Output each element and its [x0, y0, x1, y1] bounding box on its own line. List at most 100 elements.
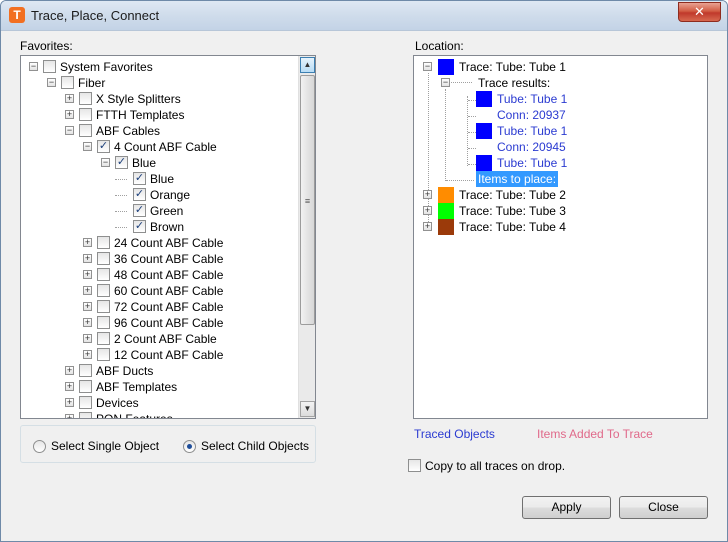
node-checkbox[interactable] — [97, 348, 110, 361]
node-checkbox[interactable]: ✓ — [133, 220, 146, 233]
expand-expander-icon[interactable]: + — [83, 302, 92, 311]
node-label: Devices — [96, 396, 139, 410]
expand-expander-icon[interactable]: + — [83, 350, 92, 359]
favorites-tree-node[interactable]: ✓ Blue — [21, 171, 299, 187]
favorites-tree-node[interactable]: + X Style Splitters — [21, 91, 299, 107]
favorites-tree-node[interactable]: +24 Count ABF Cable — [21, 235, 299, 251]
node-checkbox[interactable] — [79, 92, 92, 105]
trace-results-node[interactable]: − Trace results: — [414, 75, 704, 91]
node-checkbox[interactable]: ✓ — [115, 156, 128, 169]
trace-place-connect-dialog: T Trace, Place, Connect ✕ Favorites: − Sy… — [0, 0, 728, 542]
expand-expander-icon[interactable]: + — [65, 366, 74, 375]
trace-result-conn[interactable]: Conn: 20937 — [414, 107, 704, 123]
favorites-tree-node[interactable]: +48 Count ABF Cable — [21, 267, 299, 283]
trace-node-2[interactable]: + Trace: Tube: Tube 2 — [414, 187, 704, 203]
node-checkbox[interactable] — [79, 412, 92, 418]
scroll-up-button[interactable]: ▲ — [300, 57, 315, 73]
window-close-button[interactable]: ✕ — [678, 2, 721, 22]
favorites-tree-node[interactable]: +60 Count ABF Cable — [21, 283, 299, 299]
expand-expander-icon[interactable]: + — [423, 222, 432, 231]
expand-expander-icon[interactable]: + — [423, 190, 432, 199]
node-checkbox[interactable]: ✓ — [133, 172, 146, 185]
favorites-tree[interactable]: − System Favorites − Fiber + X Style Splitter… — [20, 55, 316, 419]
trace-label: Trace: Tube: Tube 4 — [459, 220, 566, 234]
expand-expander-icon[interactable]: + — [65, 110, 74, 119]
node-checkbox[interactable] — [97, 268, 110, 281]
trace-node-3[interactable]: + Trace: Tube: Tube 3 — [414, 203, 704, 219]
trace-node-1[interactable]: − Trace: Tube: Tube 1 — [414, 59, 704, 75]
expand-expander-icon[interactable]: + — [65, 414, 74, 418]
apply-button[interactable]: Apply — [522, 496, 611, 519]
favorites-tree-node[interactable]: ✓ Brown — [21, 219, 299, 235]
node-checkbox[interactable] — [79, 364, 92, 377]
favorites-scrollbar[interactable]: ▲ ≡ ▼ — [298, 56, 315, 418]
favorites-tree-node[interactable]: + ABF Templates — [21, 379, 299, 395]
node-checkbox[interactable]: ✓ — [133, 188, 146, 201]
node-checkbox[interactable] — [97, 300, 110, 313]
favorites-tree-node[interactable]: − ✓ 4 Count ABF Cable — [21, 139, 299, 155]
favorites-tree-node[interactable]: + FTTH Templates — [21, 107, 299, 123]
expand-expander-icon[interactable]: + — [83, 238, 92, 247]
trace-label: Trace: Tube: Tube 3 — [459, 204, 566, 218]
collapse-expander-icon[interactable]: − — [441, 78, 450, 87]
copy-to-all-checkbox[interactable] — [408, 459, 421, 472]
collapse-expander-icon[interactable]: − — [47, 78, 56, 87]
scroll-down-button[interactable]: ▼ — [300, 401, 315, 417]
select-single-radio[interactable] — [33, 440, 46, 453]
expand-expander-icon[interactable]: + — [83, 286, 92, 295]
trace-node-4[interactable]: + Trace: Tube: Tube 4 — [414, 219, 704, 235]
node-checkbox[interactable]: ✓ — [97, 140, 110, 153]
node-checkbox[interactable] — [97, 284, 110, 297]
favorites-tree-node[interactable]: +2 Count ABF Cable — [21, 331, 299, 347]
favorites-tree-node[interactable]: +36 Count ABF Cable — [21, 251, 299, 267]
copy-to-all-label: Copy to all traces on drop. — [425, 459, 566, 473]
favorites-tree-node[interactable]: − System Favorites — [21, 59, 299, 75]
trace-result-tube[interactable]: Tube: Tube 1 — [414, 155, 704, 171]
node-checkbox[interactable] — [79, 380, 92, 393]
favorites-tree-node[interactable]: − ✓ Blue — [21, 155, 299, 171]
node-checkbox[interactable]: ✓ — [133, 204, 146, 217]
favorites-tree-node[interactable]: + ABF Ducts — [21, 363, 299, 379]
expand-expander-icon[interactable]: + — [423, 206, 432, 215]
expand-expander-icon[interactable]: + — [83, 318, 92, 327]
select-child-label: Select Child Objects — [201, 439, 310, 453]
node-checkbox[interactable] — [97, 252, 110, 265]
expand-expander-icon[interactable]: + — [83, 334, 92, 343]
node-checkbox[interactable] — [97, 236, 110, 249]
favorites-tree-node[interactable]: − Fiber — [21, 75, 299, 91]
expand-expander-icon[interactable]: + — [65, 382, 74, 391]
expand-expander-icon[interactable]: + — [83, 254, 92, 263]
trace-result-tube[interactable]: Tube: Tube 1 — [414, 123, 704, 139]
trace-result-conn[interactable]: Conn: 20945 — [414, 139, 704, 155]
node-checkbox[interactable] — [79, 124, 92, 137]
favorites-tree-node[interactable]: ✓ Orange — [21, 187, 299, 203]
node-checkbox[interactable] — [79, 108, 92, 121]
favorites-tree-node[interactable]: +96 Count ABF Cable — [21, 315, 299, 331]
collapse-expander-icon[interactable]: − — [29, 62, 38, 71]
scroll-thumb[interactable]: ≡ — [300, 75, 315, 325]
node-checkbox[interactable] — [61, 76, 74, 89]
favorites-tree-node[interactable]: ✓ Green — [21, 203, 299, 219]
favorites-tree-node[interactable]: +12 Count ABF Cable — [21, 347, 299, 363]
location-tree[interactable]: − Trace: Tube: Tube 1 − Trace results: T… — [413, 55, 708, 419]
favorites-tree-node[interactable]: − ABF Cables — [21, 123, 299, 139]
favorites-tree-node[interactable]: + PON Features — [21, 411, 299, 418]
node-checkbox[interactable] — [79, 396, 92, 409]
close-button[interactable]: Close — [619, 496, 708, 519]
node-checkbox[interactable] — [97, 316, 110, 329]
expand-expander-icon[interactable]: + — [65, 94, 74, 103]
favorites-tree-node[interactable]: + Devices — [21, 395, 299, 411]
location-label: Location: — [415, 39, 464, 53]
expand-expander-icon[interactable]: + — [65, 398, 74, 407]
collapse-expander-icon[interactable]: − — [65, 126, 74, 135]
expand-expander-icon[interactable]: + — [83, 270, 92, 279]
node-checkbox[interactable] — [97, 332, 110, 345]
node-label: 12 Count ABF Cable — [114, 348, 224, 362]
favorites-tree-node[interactable]: +72 Count ABF Cable — [21, 299, 299, 315]
select-child-radio[interactable] — [183, 440, 196, 453]
collapse-expander-icon[interactable]: − — [83, 142, 92, 151]
collapse-expander-icon[interactable]: − — [101, 158, 110, 167]
trace-result-tube[interactable]: Tube: Tube 1 — [414, 91, 704, 107]
node-checkbox[interactable] — [43, 60, 56, 73]
collapse-expander-icon[interactable]: − — [423, 62, 432, 71]
